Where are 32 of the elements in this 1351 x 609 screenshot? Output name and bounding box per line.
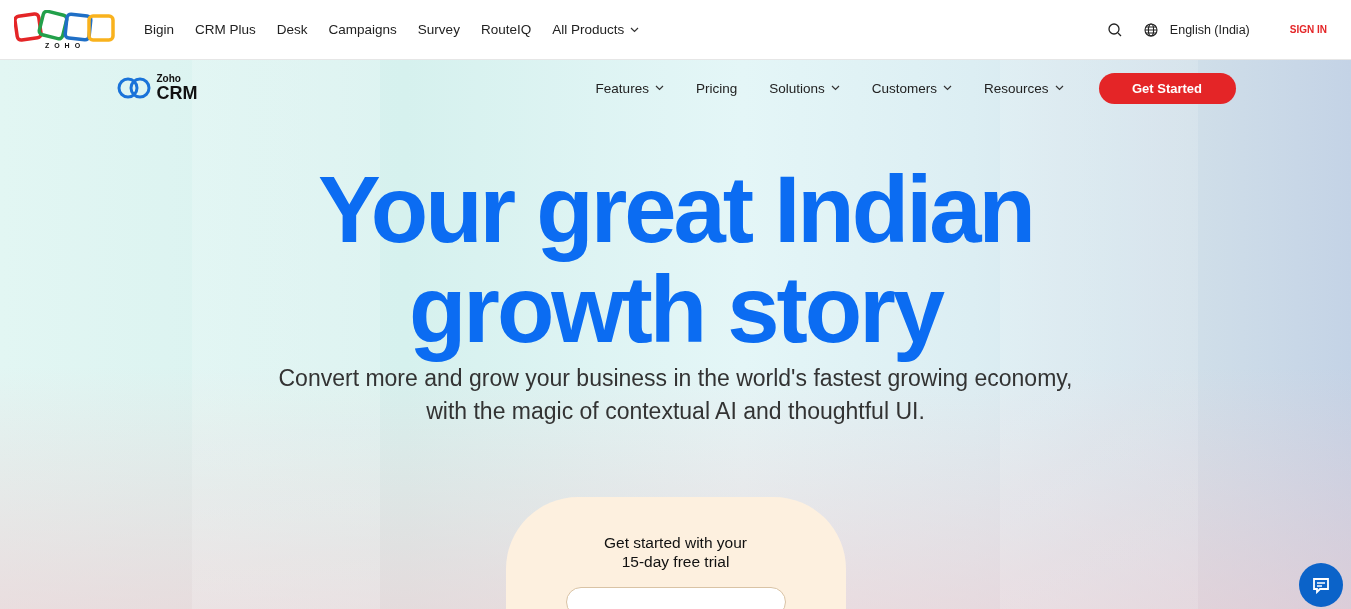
- crm-logo-icon: [115, 76, 152, 100]
- nav-link[interactable]: Pricing: [695, 80, 738, 96]
- product-link[interactable]: All Products: [552, 22, 640, 37]
- chevron-down-icon: [942, 85, 952, 91]
- language-selector[interactable]: English (India): [1169, 22, 1250, 37]
- get-started-button[interactable]: Get Started: [1098, 72, 1236, 104]
- chat-icon: [1312, 576, 1330, 594]
- product-link[interactable]: CRM Plus: [195, 22, 256, 37]
- hero-subtitle: Convert more and grow your business in the world's fastest growing economy, with the magic of contextual AI and thoughtful UI.: [278, 364, 1073, 426]
- nav-link[interactable]: Customers: [871, 80, 952, 96]
- product-link[interactable]: RouteIQ: [480, 22, 532, 37]
- logo-text: Zoho: [156, 74, 182, 84]
- chevron-down-icon: [830, 85, 840, 91]
- product-link[interactable]: Campaigns: [328, 22, 397, 37]
- chevron-down-icon: [1054, 85, 1064, 91]
- chevron-down-icon: [654, 85, 664, 91]
- globe-icon[interactable]: [1143, 22, 1158, 37]
- product-link[interactable]: Bigin: [144, 22, 175, 37]
- hero-title: Your great Indian growth story: [318, 160, 1033, 360]
- nav-link[interactable]: Resources: [983, 80, 1064, 96]
- logo-text: CRM: [156, 84, 198, 102]
- chat-button[interactable]: [1299, 563, 1343, 607]
- nav-link[interactable]: Features: [595, 80, 664, 96]
- sign-in-link[interactable]: SIGN IN: [1289, 24, 1327, 35]
- input-field[interactable]: [565, 587, 786, 609]
- chevron-down-icon: [630, 26, 640, 33]
- product-link[interactable]: Desk: [276, 22, 308, 37]
- product-link[interactable]: Survey: [417, 22, 460, 37]
- logo-icon: [14, 10, 116, 44]
- card-title: Get started with your 15-day free trial: [604, 533, 747, 571]
- search-icon[interactable]: [1107, 22, 1122, 37]
- nav-link[interactable]: Solutions: [769, 80, 840, 96]
